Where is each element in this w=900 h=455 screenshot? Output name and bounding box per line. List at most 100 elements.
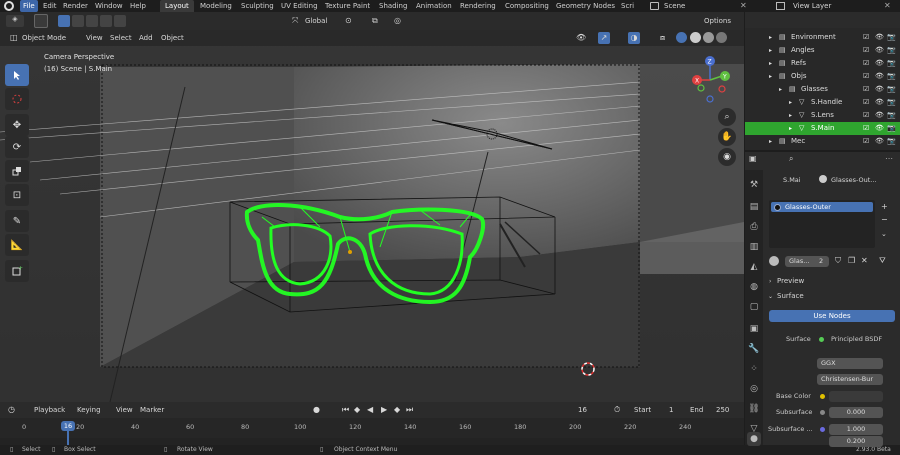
- surface-panel[interactable]: Surface: [777, 292, 804, 300]
- eye-icon[interactable]: 👁: [875, 135, 884, 148]
- subsurface-method-dropdown[interactable]: Christensen-Bur: [817, 374, 883, 385]
- view-layer-name[interactable]: View Layer: [793, 0, 831, 12]
- select-tool-icon[interactable]: [5, 64, 29, 86]
- checkbox-icon[interactable]: ☑: [863, 122, 869, 135]
- eye-icon[interactable]: 👁: [875, 83, 884, 96]
- select-invert-icon[interactable]: [100, 15, 112, 27]
- scene-tab-icon[interactable]: ◭: [747, 260, 761, 274]
- checkbox-icon[interactable]: ☑: [863, 57, 869, 70]
- tab-animation[interactable]: Animation: [411, 0, 457, 12]
- properties-editor[interactable]: ▣ ⌕ ⋯ S.Mai Glasses-Out... Glasses-Outer…: [745, 152, 900, 447]
- surface-shader[interactable]: Principled BSDF: [831, 334, 882, 345]
- slot-item[interactable]: Glasses-Outer: [771, 202, 873, 212]
- shading-rendered-icon[interactable]: [716, 32, 727, 43]
- menu-render[interactable]: Render: [60, 0, 91, 12]
- select-extend-icon[interactable]: [72, 15, 84, 27]
- 3d-viewport[interactable]: Camera Perspective (16) Scene | S.Main Z…: [0, 12, 744, 402]
- add-slot-icon[interactable]: +: [881, 202, 888, 211]
- shading-wireframe-icon[interactable]: [676, 32, 687, 43]
- next-key-icon[interactable]: ◆: [394, 404, 400, 416]
- close-icon[interactable]: ✕: [884, 0, 891, 12]
- outliner-row[interactable]: ▸ ▤ Refs ☑ 👁 📷: [745, 57, 900, 70]
- constraints-tab-icon[interactable]: ⛓: [747, 402, 761, 416]
- xray-icon[interactable]: ⧈: [660, 32, 665, 44]
- proportional-icon[interactable]: ◎: [394, 16, 401, 25]
- outliner-row[interactable]: ▸ ▤ Glasses ☑ 👁 📷: [745, 83, 900, 96]
- material-slot-list[interactable]: Glasses-Outer: [769, 200, 875, 248]
- transform-orientation[interactable]: Global: [305, 15, 327, 27]
- eye-icon[interactable]: 👁: [875, 57, 884, 70]
- outliner-row[interactable]: ▸ ▽ S.Lens ☑ 👁 📷: [745, 109, 900, 122]
- collection-tab-icon[interactable]: ▢: [747, 300, 761, 314]
- particles-tab-icon[interactable]: ⁘: [747, 362, 761, 376]
- outliner-row[interactable]: ▸ ▽ S.Main ☑ 👁 📷: [745, 122, 900, 135]
- base-color-dot-icon[interactable]: [820, 394, 825, 399]
- subsurface-radius-dot-icon[interactable]: [820, 427, 825, 432]
- expand-icon[interactable]: ▸: [789, 96, 792, 109]
- menu-edit[interactable]: Edit: [40, 0, 60, 12]
- tab-uv-editing[interactable]: UV Editing: [276, 0, 323, 12]
- cursor-tool-icon[interactable]: [5, 88, 29, 110]
- menu-add[interactable]: Add: [139, 32, 153, 44]
- camera-icon[interactable]: 📷: [887, 44, 896, 57]
- expand-icon[interactable]: ▸: [769, 44, 772, 57]
- timeline-marker[interactable]: Marker: [140, 404, 164, 416]
- tool-tab-icon[interactable]: ⚒: [747, 178, 761, 192]
- camera-icon[interactable]: 📷: [887, 70, 896, 83]
- material-users[interactable]: 2: [815, 256, 829, 267]
- camera-icon[interactable]: 📷: [887, 31, 896, 44]
- pin-icon[interactable]: ⋯: [885, 154, 893, 163]
- eye-icon[interactable]: 👁: [875, 31, 884, 44]
- checkbox-icon[interactable]: ☑: [863, 109, 869, 122]
- select-new-icon[interactable]: [58, 15, 70, 27]
- blender-logo-icon[interactable]: [4, 1, 14, 11]
- timeline-keying[interactable]: Keying: [77, 404, 101, 416]
- jump-end-icon[interactable]: ⏭: [406, 404, 413, 416]
- stopwatch-icon[interactable]: ⏱: [614, 404, 620, 416]
- visibility-icon[interactable]: 👁: [576, 32, 586, 44]
- orientation-icon[interactable]: ⤧: [292, 16, 298, 26]
- expand-icon[interactable]: ▸: [769, 70, 772, 83]
- checkbox-icon[interactable]: ☑: [863, 135, 869, 148]
- remove-slot-icon[interactable]: −: [881, 215, 888, 224]
- record-icon[interactable]: ●: [313, 404, 320, 416]
- annotate-tool-icon[interactable]: ✎: [5, 210, 29, 232]
- base-color-swatch[interactable]: [829, 391, 883, 402]
- view-layer-icon[interactable]: [776, 2, 785, 10]
- mode-select-icon[interactable]: ◫: [10, 32, 20, 44]
- select-mode-icon[interactable]: [34, 14, 48, 28]
- checkbox-icon[interactable]: ☑: [863, 44, 869, 57]
- tab-texture-paint[interactable]: Texture Paint: [320, 0, 375, 12]
- preview-panel[interactable]: Preview: [777, 277, 804, 285]
- subsurface-radius-x[interactable]: 1.000: [829, 424, 883, 435]
- menu-file[interactable]: File: [20, 0, 38, 12]
- select-intersect-icon[interactable]: [114, 15, 126, 27]
- preview-chevron-icon[interactable]: ›: [769, 278, 771, 285]
- outliner[interactable]: ▸ ▤ Environment ☑ 👁 📷 ▸ ▤ Angles ☑ 👁 📷 ▸ ▤ Refs ☑ 👁 📷 ▸ ▤ Ob…: [745, 12, 900, 150]
- eye-icon[interactable]: 👁: [875, 109, 884, 122]
- tab-layout[interactable]: Layout: [160, 0, 194, 12]
- navigation-gizmo[interactable]: Z X Y: [685, 55, 740, 105]
- filter-icon[interactable]: ⛛: [879, 256, 886, 266]
- checkbox-icon[interactable]: ☑: [863, 31, 869, 44]
- world-tab-icon[interactable]: ◍: [747, 280, 761, 294]
- camera-view-icon[interactable]: ◉: [718, 148, 736, 166]
- expand-icon[interactable]: ▸: [779, 83, 782, 96]
- scale-tool-icon[interactable]: [5, 160, 29, 182]
- play-reverse-icon[interactable]: ◀: [367, 404, 373, 416]
- jump-start-icon[interactable]: ⏮: [342, 404, 349, 416]
- camera-icon[interactable]: 📷: [887, 57, 896, 70]
- outliner-row[interactable]: ▸ ▤ Mec ☑ 👁 📷: [745, 135, 900, 148]
- gizmo-toggle-icon[interactable]: ↗: [598, 32, 610, 44]
- object-tab-icon[interactable]: ▣: [747, 322, 761, 336]
- pivot-icon[interactable]: ⊙: [345, 16, 352, 25]
- camera-icon[interactable]: 📷: [887, 109, 896, 122]
- overlay-toggle-icon[interactable]: ◑: [628, 32, 640, 44]
- tab-geometry-nodes[interactable]: Geometry Nodes: [551, 0, 620, 12]
- expand-icon[interactable]: ▸: [789, 109, 792, 122]
- expand-icon[interactable]: ▸: [769, 31, 772, 44]
- tab-sculpting[interactable]: Sculpting: [236, 0, 279, 12]
- outliner-row[interactable]: ▸ ▽ S.Handle ☑ 👁 📷: [745, 96, 900, 109]
- zoom-icon[interactable]: ⌕: [718, 108, 736, 126]
- camera-icon[interactable]: 📷: [887, 135, 896, 148]
